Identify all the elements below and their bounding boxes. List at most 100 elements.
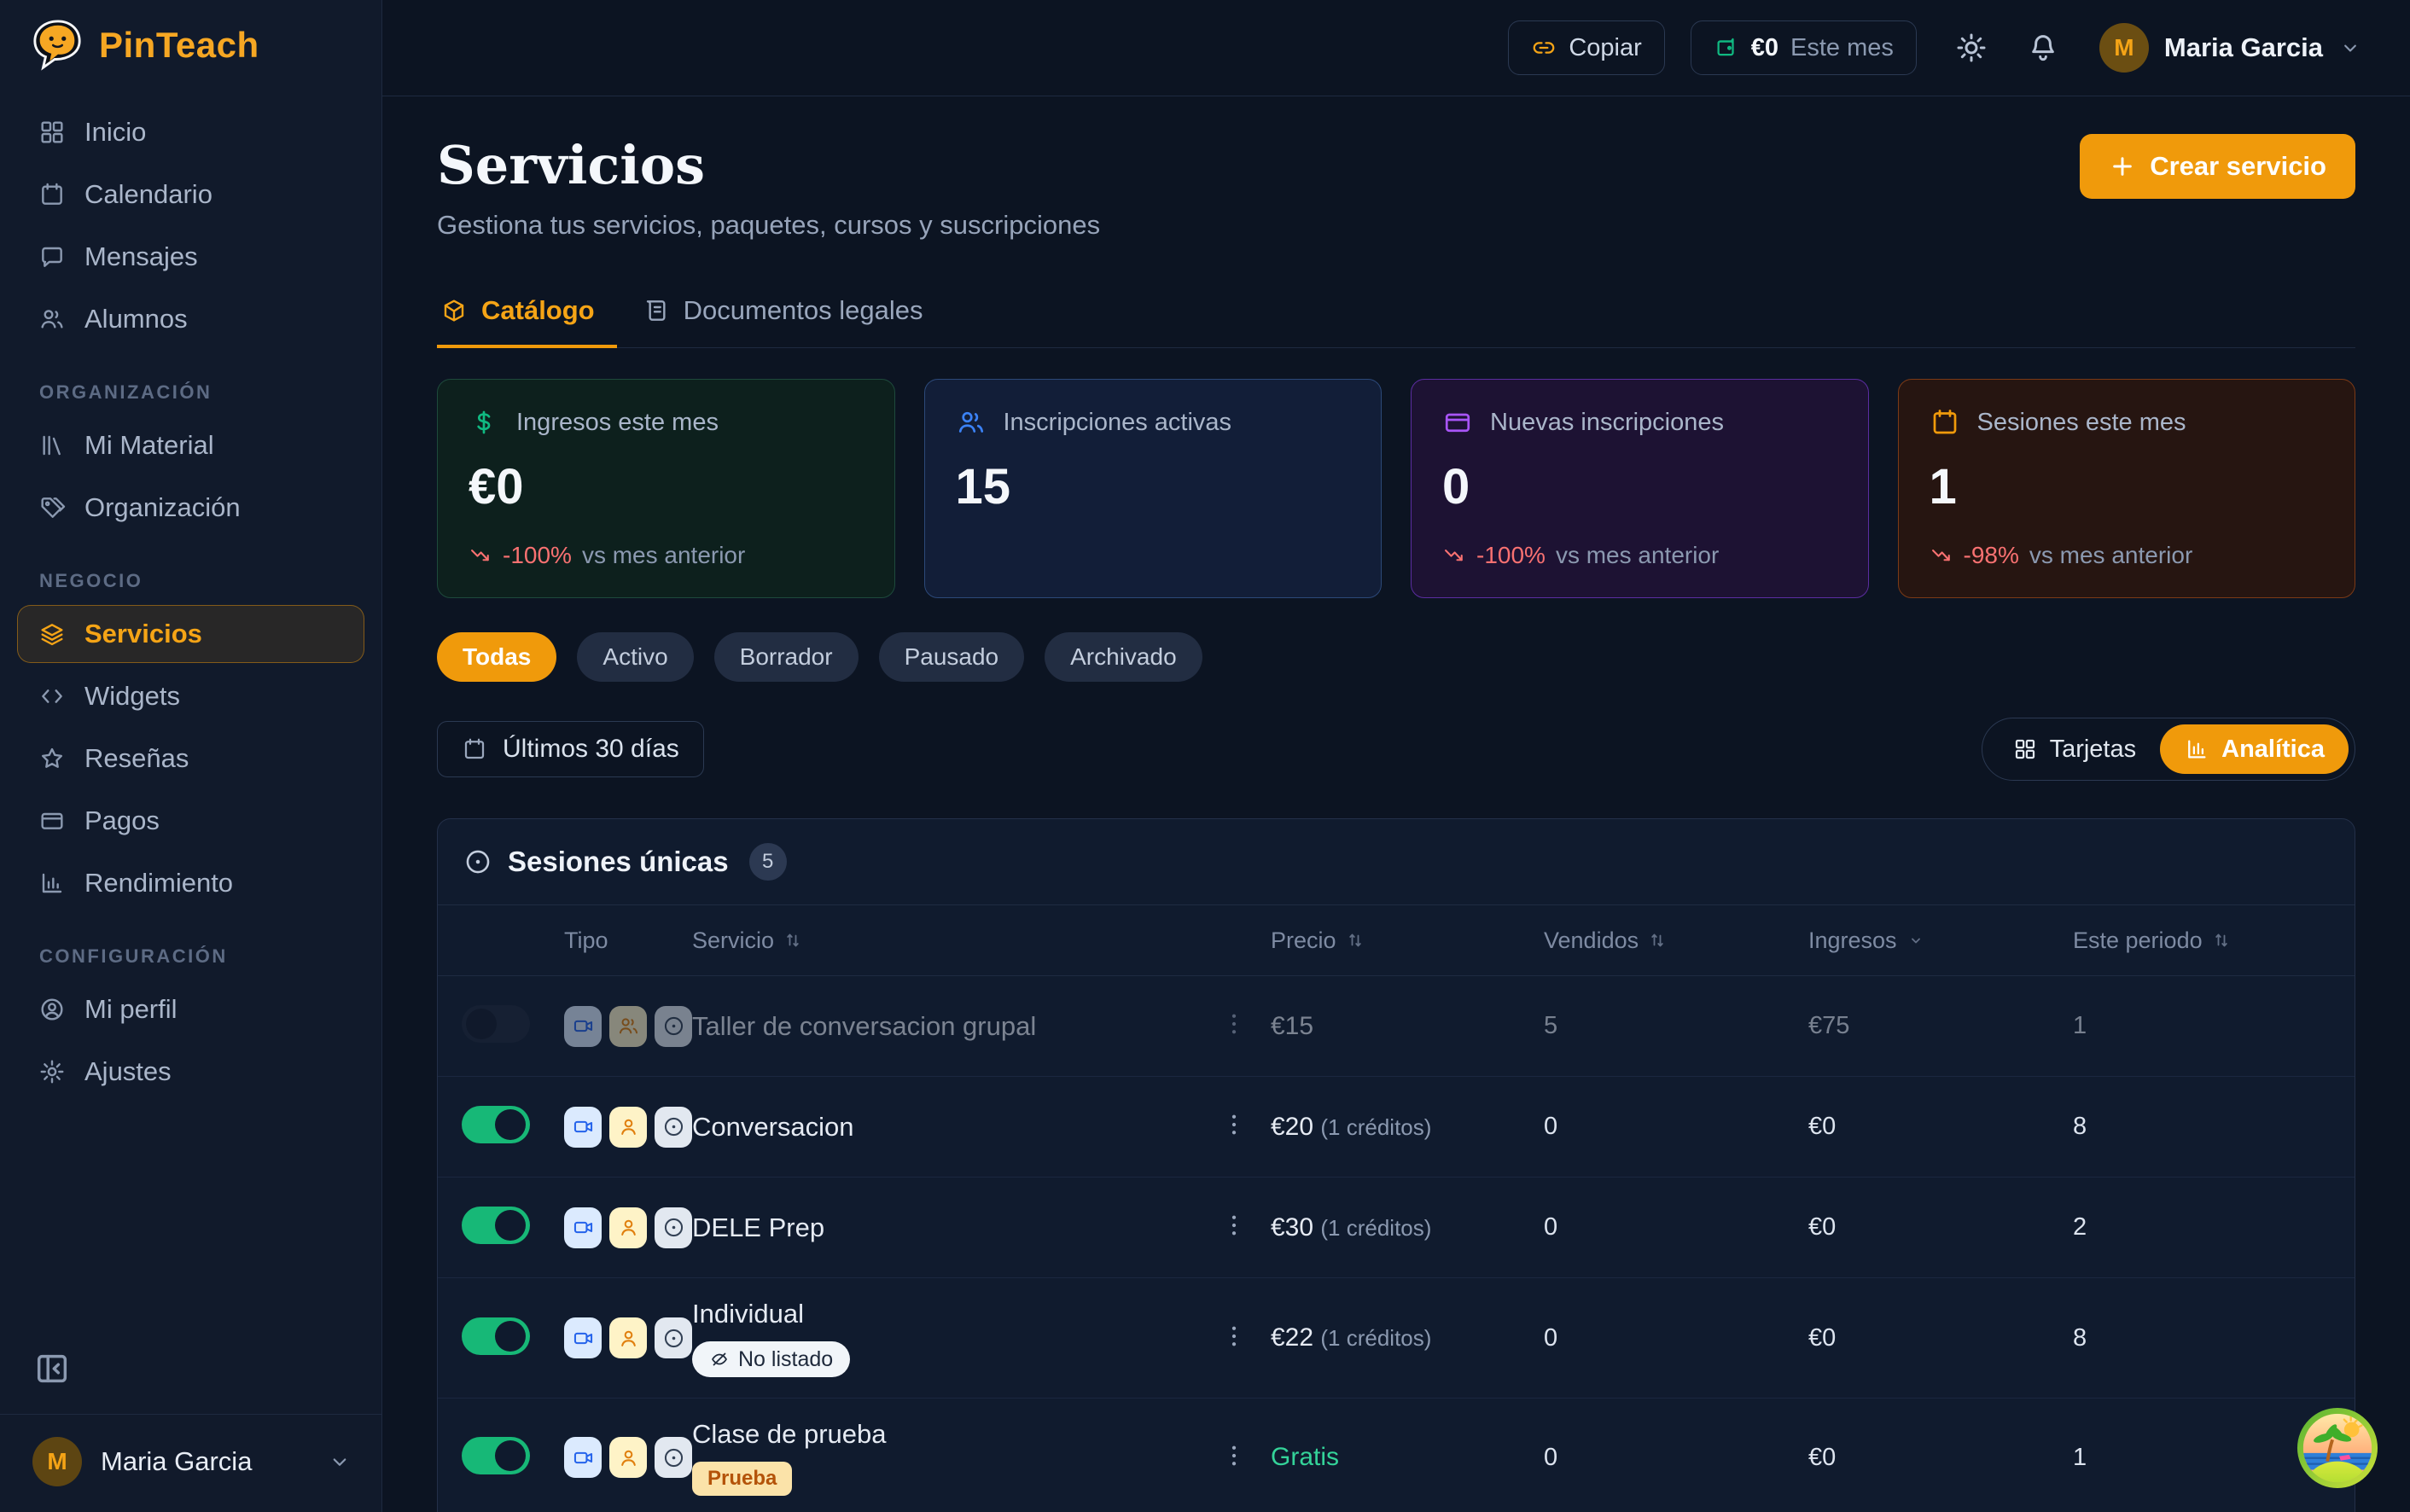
person-icon	[617, 1327, 640, 1350]
sidebar-item-servicios[interactable]: Servicios	[17, 605, 364, 663]
target-chip	[655, 1006, 692, 1047]
stat-label: Ingresos este mes	[516, 409, 719, 437]
sidebar-item-pagos[interactable]: Pagos	[17, 792, 364, 850]
tab-documentos-legales[interactable]: Documentos legales	[639, 280, 946, 348]
unlisted-badge: No listado	[692, 1341, 850, 1377]
theme-toggle-button[interactable]	[1954, 31, 1988, 65]
sidebar-item-inicio[interactable]: Inicio	[17, 103, 364, 161]
col-este-periodo[interactable]: Este periodo	[2073, 928, 2355, 954]
service-periodo: 1	[2073, 1012, 2355, 1040]
gear-icon	[38, 1058, 66, 1085]
sidebar-item-label: Inicio	[84, 117, 146, 148]
stat-card-sesiones-este-mes: Sesiones este mes1-98%vs mes anterior	[1898, 379, 2356, 598]
sun-icon	[1954, 31, 1988, 65]
stat-label: Nuevas inscripciones	[1490, 409, 1724, 437]
bar-chart-icon	[2184, 736, 2209, 762]
video-chip	[564, 1107, 602, 1148]
sidebar-item-mi-perfil[interactable]: Mi perfil	[17, 980, 364, 1038]
sidebar-item-reseñas[interactable]: Reseñas	[17, 730, 364, 788]
sidebar-section-header: NEGOCIO	[0, 541, 381, 601]
wallet-period: Este mes	[1790, 34, 1894, 62]
brand[interactable]: PinTeach	[0, 0, 381, 87]
calendar-icon	[38, 181, 66, 208]
scroll-icon	[643, 297, 670, 324]
grid-icon	[38, 119, 66, 146]
date-range-button[interactable]: Últimos 30 días	[437, 721, 704, 777]
dollar-icon	[469, 407, 499, 438]
view-analytics-button[interactable]: Analítica	[2160, 724, 2349, 774]
filter-borrador[interactable]: Borrador	[714, 632, 859, 682]
service-enabled-toggle[interactable]	[462, 1437, 530, 1474]
vacation-island-badge[interactable]	[2296, 1406, 2379, 1490]
col-precio[interactable]: Precio	[1271, 928, 1544, 954]
page-title: Servicios	[437, 134, 1100, 196]
trend-down-icon	[1442, 544, 1466, 567]
users-icon	[617, 1015, 640, 1038]
sidebar-user-menu[interactable]: M Maria Garcia	[0, 1414, 381, 1512]
col-vendidos[interactable]: Vendidos	[1544, 928, 1808, 954]
person-chip	[609, 1006, 647, 1047]
notifications-button[interactable]	[2026, 31, 2060, 65]
copy-button[interactable]: Copiar	[1508, 20, 1664, 75]
copy-label: Copiar	[1569, 34, 1641, 62]
service-periodo: 8	[2073, 1113, 2355, 1141]
sidebar-item-organización[interactable]: Organización	[17, 479, 364, 537]
row-menu-button[interactable]	[1220, 1007, 1254, 1041]
avatar: M	[2099, 23, 2149, 73]
sidebar-item-calendario[interactable]: Calendario	[17, 166, 364, 224]
wallet-balance-button[interactable]: €0 Este mes	[1691, 20, 1917, 75]
stat-cards: Ingresos este mes€0-100%vs mes anteriorI…	[437, 379, 2355, 598]
row-menu-button[interactable]	[1220, 1108, 1254, 1142]
filter-pausado[interactable]: Pausado	[879, 632, 1025, 682]
sidebar-item-label: Pagos	[84, 805, 160, 836]
row-menu-button[interactable]	[1220, 1439, 1254, 1473]
service-enabled-toggle[interactable]	[462, 1005, 530, 1043]
stat-delta-suffix: vs mes anterior	[1556, 542, 1719, 569]
trenddown-icon	[1442, 544, 1466, 567]
video-chip	[564, 1006, 602, 1047]
filter-archivado[interactable]: Archivado	[1045, 632, 1202, 682]
tags-icon	[38, 494, 66, 521]
calendar-icon	[1930, 407, 1960, 438]
trial-badge: Prueba	[692, 1462, 792, 1496]
avatar: M	[32, 1437, 82, 1486]
pinteach-logo-icon	[31, 19, 84, 72]
wallet-icon	[1714, 35, 1739, 61]
sidebar-item-alumnos[interactable]: Alumnos	[17, 290, 364, 348]
sidebar-item-mensajes[interactable]: Mensajes	[17, 228, 364, 286]
service-price: €22 (1 créditos)	[1271, 1323, 1544, 1352]
circledot-icon	[662, 1015, 685, 1038]
table-row-clase-de-prueba: Clase de pruebaPruebaGratis0€01	[438, 1399, 2355, 1512]
sidebar-item-widgets[interactable]: Widgets	[17, 667, 364, 725]
sidebar-item-label: Mi perfil	[84, 994, 178, 1025]
calendar-icon	[1930, 407, 1960, 438]
gear-icon	[38, 1058, 66, 1085]
filter-todas[interactable]: Todas	[437, 632, 556, 682]
row-menu-button[interactable]	[1220, 1208, 1254, 1242]
card-icon	[38, 807, 66, 835]
stat-value: 15	[956, 458, 1351, 515]
main-area: Copiar €0 Este mes M Maria Garcia Servic…	[382, 0, 2410, 1512]
tab-catálogo[interactable]: Catálogo	[437, 280, 617, 348]
page-subtitle: Gestiona tus servicios, paquetes, cursos…	[437, 210, 1100, 241]
tab-label: Catálogo	[481, 295, 595, 326]
view-cards-button[interactable]: Tarjetas	[1988, 724, 2161, 774]
service-enabled-toggle[interactable]	[462, 1207, 530, 1244]
service-enabled-toggle[interactable]	[462, 1317, 530, 1355]
col-ingresos[interactable]: Ingresos	[1808, 928, 2073, 954]
sidebar-item-rendimiento[interactable]: Rendimiento	[17, 854, 364, 912]
video-chip	[564, 1317, 602, 1358]
service-enabled-toggle[interactable]	[462, 1106, 530, 1143]
code-icon	[38, 683, 66, 710]
create-service-button[interactable]: Crear servicio	[2080, 134, 2355, 199]
sidebar-item-mi-material[interactable]: Mi Material	[17, 416, 364, 474]
filter-activo[interactable]: Activo	[577, 632, 693, 682]
row-menu-button[interactable]	[1220, 1319, 1254, 1353]
sidebar-item-ajustes[interactable]: Ajustes	[17, 1043, 364, 1101]
col-servicio[interactable]: Servicio	[692, 928, 1220, 954]
service-price: €30 (1 créditos)	[1271, 1213, 1544, 1242]
user-menu[interactable]: M Maria Garcia	[2099, 23, 2362, 73]
sidebar-collapse-button[interactable]	[32, 1346, 79, 1392]
grid-icon	[2012, 736, 2038, 762]
kebab-icon	[1220, 1441, 1249, 1470]
